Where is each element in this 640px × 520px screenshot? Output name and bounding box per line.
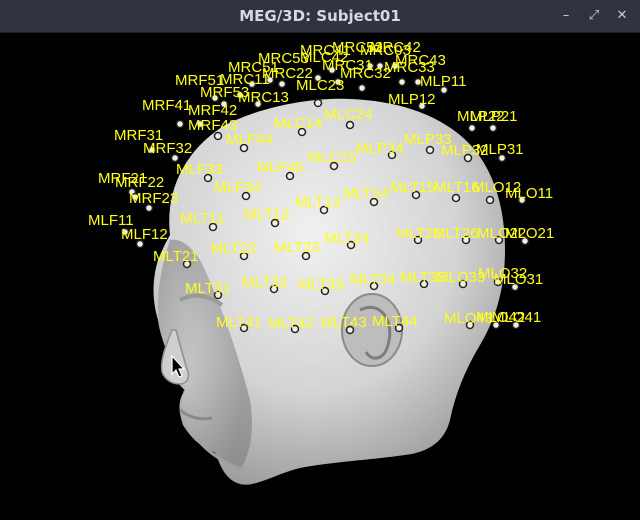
sensor-label: MLT15 xyxy=(390,179,436,196)
sensor[interactable]: MLT34 xyxy=(350,271,396,291)
sensor-label: MRF41 xyxy=(142,97,191,114)
sensor-label: MLO41 xyxy=(492,309,541,326)
sensor-label: MLO21 xyxy=(505,225,554,242)
sensor[interactable]: MLT13 xyxy=(295,194,341,215)
sensor-label: MLF44 xyxy=(226,131,273,148)
sensor-label: MLT11 xyxy=(180,210,224,227)
sensor-dot xyxy=(485,195,495,205)
sensor-label: MLT44 xyxy=(372,313,418,330)
sensor-label: MRF32 xyxy=(143,140,192,157)
sensor[interactable]: MLT24 xyxy=(324,230,370,250)
sensor[interactable]: MRC13 xyxy=(238,89,289,109)
sensor-label: MLT34 xyxy=(350,271,396,288)
sensor-label: MLT31 xyxy=(185,280,231,297)
sensor[interactable]: MLT41 xyxy=(216,314,262,333)
sensor-label: MLT22 xyxy=(211,240,257,257)
sensor[interactable]: MLT43 xyxy=(321,314,367,335)
sensor-label: MRC13 xyxy=(238,89,289,106)
sensor-label: MLT33 xyxy=(298,276,344,293)
sensor-label: MLF34 xyxy=(214,179,261,196)
sensor[interactable]: MLO33 xyxy=(436,269,485,289)
sensor[interactable]: MLP34 xyxy=(356,140,404,160)
sensor-label: MLO33 xyxy=(436,269,485,286)
sensor-dot xyxy=(175,119,185,129)
sensor[interactable]: MLT15 xyxy=(390,179,436,200)
sensor-label: MLT43 xyxy=(321,314,367,331)
sensor[interactable]: MLO43 xyxy=(444,310,493,330)
sensor-label: MLP31 xyxy=(476,141,524,158)
sensor-label: MLP11 xyxy=(420,73,466,90)
sensor-dot xyxy=(357,83,367,93)
sensor-label: MLP21 xyxy=(470,108,518,125)
sensor-label: MLT13 xyxy=(295,194,341,211)
sensor[interactable]: MRF41 xyxy=(142,97,191,129)
sensor[interactable]: MLT21 xyxy=(153,248,199,269)
app-window: MEG/3D: Subject01 – ⤢ ✕ MRC41 MRC52 MRC4… xyxy=(0,0,640,520)
sensor[interactable]: MLO31 xyxy=(494,271,543,292)
sensor[interactable]: MLP21 xyxy=(470,108,518,133)
sensor-label: MRF23 xyxy=(129,190,178,207)
sensor-label: MLT24 xyxy=(324,230,370,247)
sensor[interactable]: MLT33 xyxy=(298,276,344,296)
sensor-dot xyxy=(488,123,498,133)
sensor-label: MLC24 xyxy=(324,106,372,123)
sensor-label: MLO11 xyxy=(505,185,553,202)
sensor[interactable]: MLT32 xyxy=(242,274,288,294)
sensor[interactable]: MLT42 xyxy=(268,315,314,334)
sensor-label: MLC14 xyxy=(274,115,322,132)
sensor-label: MLT41 xyxy=(216,314,262,331)
sensor-label: MLC23 xyxy=(296,77,344,94)
sensor-label: MLC15 xyxy=(308,149,356,166)
sensor-dot xyxy=(397,77,407,87)
sensor[interactable]: MLT26 xyxy=(433,225,479,245)
sensor[interactable]: MLO11 xyxy=(505,185,553,205)
sensor-label: MLP12 xyxy=(388,91,436,108)
sensor-label: MRF22 xyxy=(115,174,164,191)
sensor[interactable]: MLP12 xyxy=(388,91,436,111)
sensor-label: MLT26 xyxy=(433,225,479,242)
sensor[interactable]: MLT22 xyxy=(211,240,257,261)
sensor-dot xyxy=(467,123,477,133)
sensor[interactable]: MLO21 xyxy=(505,225,554,246)
sensor-label: MLO43 xyxy=(444,310,493,327)
sensor-label: MLT42 xyxy=(268,315,314,332)
sensor-label: MLT32 xyxy=(242,274,288,291)
head-scene[interactable]: MRC41MRC52MRC42MLC42 MRC03MRC43MRC31MRC32… xyxy=(0,0,640,520)
sensor-label: MLT14 xyxy=(343,185,389,202)
sensor[interactable]: MLT31 xyxy=(185,280,231,300)
sensor-label: MLT12 xyxy=(244,206,290,223)
sensor[interactable]: MLO41 xyxy=(492,309,541,330)
sensor-label: MLF45 xyxy=(257,159,304,176)
sensor-label: MLF12 xyxy=(121,226,168,243)
sensor-label: MLF33 xyxy=(176,161,223,178)
sensor[interactable]: MLF12 xyxy=(121,226,168,249)
sensor-dot xyxy=(313,98,323,108)
sensor-label: MLO31 xyxy=(494,271,543,288)
sensor[interactable]: MLT44 xyxy=(372,313,418,333)
sensor[interactable]: MRF32 xyxy=(143,140,192,163)
sensor-label: MLT21 xyxy=(153,248,199,265)
3d-viewport[interactable]: MRC41 MRC52 MRC42 MLC42 MRC03 MRC43 MRC31 MRC32… xyxy=(0,33,640,520)
sensor-label: MLP34 xyxy=(356,140,404,157)
sensor-label: MLT23 xyxy=(274,239,320,256)
